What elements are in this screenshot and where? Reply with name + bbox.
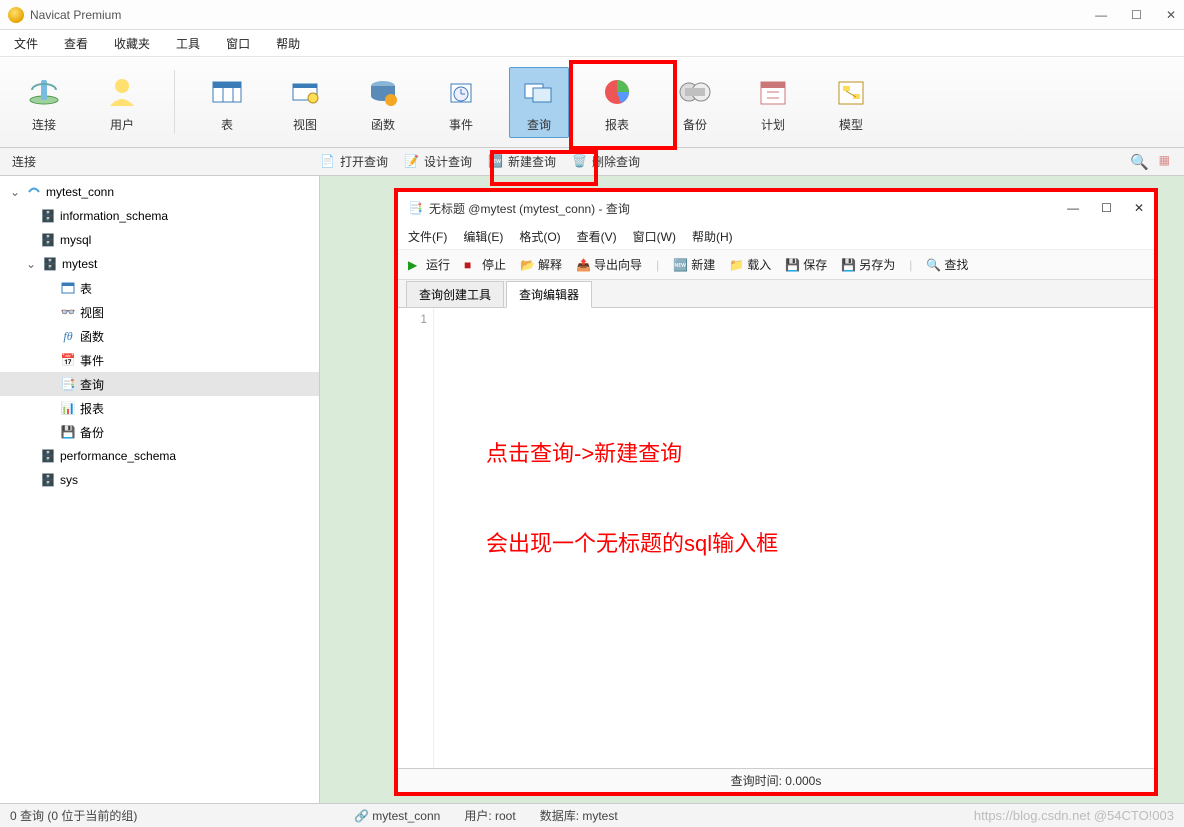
database-icon: 🗄️: [40, 448, 56, 464]
window-controls: — ☐ ✕: [1095, 8, 1176, 22]
tree-db-sys[interactable]: 🗄️sys: [0, 468, 319, 492]
action-new-query[interactable]: 🆕新建查询: [488, 153, 556, 170]
explain-button[interactable]: 📂解释: [520, 256, 562, 273]
new-button[interactable]: 🆕新建: [673, 256, 715, 273]
tool-table[interactable]: 表: [197, 68, 257, 137]
status-database: 数据库: mytest: [540, 807, 618, 824]
menu-window[interactable]: 窗口: [226, 35, 250, 52]
query-icon: 📑: [60, 376, 76, 392]
annotation-text-1: 点击查询->新建查询: [486, 436, 682, 468]
tool-view[interactable]: 视图: [275, 68, 335, 137]
menu-favorites[interactable]: 收藏夹: [114, 35, 150, 52]
context-label: 连接: [0, 153, 320, 170]
sub-menu-file[interactable]: 文件(F): [408, 228, 447, 245]
tree-db-information-schema[interactable]: 🗄️information_schema: [0, 204, 319, 228]
sub-menu-format[interactable]: 格式(O): [519, 228, 560, 245]
table-icon: [60, 280, 76, 296]
find-button[interactable]: 🔍查找: [926, 256, 968, 273]
database-icon: 🗄️: [40, 232, 56, 248]
tree-queries[interactable]: 📑查询: [0, 372, 319, 396]
subwindow-title: 无标题 @mytest (mytest_conn) - 查询: [429, 200, 1061, 217]
query-editor-window: 📑 无标题 @mytest (mytest_conn) - 查询 — ☐ ✕ 文…: [394, 188, 1158, 796]
sub-minimize-button[interactable]: —: [1067, 201, 1079, 215]
tree-db-mytest[interactable]: ⌄🗄️mytest: [0, 252, 319, 276]
context-toolbar: 连接 📄打开查询 📝设计查询 🆕新建查询 🗑️删除查询 🔍 ▦: [0, 148, 1184, 176]
stop-button[interactable]: ■停止: [464, 256, 506, 273]
action-design-query[interactable]: 📝设计查询: [404, 153, 472, 170]
title-bar: Navicat Premium — ☐ ✕: [0, 0, 1184, 30]
toolbar-separator: [174, 70, 175, 134]
action-delete-query[interactable]: 🗑️删除查询: [572, 153, 640, 170]
watermark: https://blog.csdn.net @54CTO!003: [974, 808, 1174, 823]
maximize-button[interactable]: ☐: [1131, 8, 1142, 22]
window-icon: 📑: [408, 201, 423, 215]
menu-bar: 文件 查看 收藏夹 工具 窗口 帮助: [0, 30, 1184, 56]
tool-connect[interactable]: 连接: [14, 68, 74, 137]
tool-query[interactable]: 查询: [509, 67, 569, 138]
sub-menu-window[interactable]: 窗口(W): [633, 228, 676, 245]
tree-db-performance-schema[interactable]: 🗄️performance_schema: [0, 444, 319, 468]
subwindow-statusbar: 查询时间: 0.000s: [398, 768, 1154, 792]
tab-query-editor[interactable]: 查询编辑器: [506, 281, 592, 308]
status-connection: 🔗 mytest_conn: [354, 809, 440, 823]
sub-menu-help[interactable]: 帮助(H): [692, 228, 733, 245]
tool-report[interactable]: 报表: [587, 68, 647, 137]
menu-view[interactable]: 查看: [64, 35, 88, 52]
sub-menu-edit[interactable]: 编辑(E): [463, 228, 503, 245]
event-icon: 📅: [60, 352, 76, 368]
status-query-count: 0 查询 (0 位于当前的组): [10, 807, 330, 824]
report-icon: 📊: [60, 400, 76, 416]
tab-query-builder[interactable]: 查询创建工具: [406, 281, 504, 308]
backup-icon: 💾: [60, 424, 76, 440]
sub-close-button[interactable]: ✕: [1134, 201, 1144, 215]
status-user: 用户: root: [464, 807, 515, 824]
sub-maximize-button[interactable]: ☐: [1101, 201, 1112, 215]
subwindow-titlebar[interactable]: 📑 无标题 @mytest (mytest_conn) - 查询 — ☐ ✕: [398, 192, 1154, 224]
export-button[interactable]: 📤导出向导: [576, 256, 642, 273]
tool-event[interactable]: 事件: [431, 68, 491, 137]
menu-help[interactable]: 帮助: [276, 35, 300, 52]
database-icon: 🗄️: [42, 256, 58, 272]
close-button[interactable]: ✕: [1166, 8, 1176, 22]
subwindow-tabs: 查询创建工具 查询编辑器: [398, 280, 1154, 308]
tool-plan[interactable]: 计划: [743, 68, 803, 137]
search-icon[interactable]: 🔍: [1130, 153, 1149, 171]
tree-reports[interactable]: 📊报表: [0, 396, 319, 420]
menu-file[interactable]: 文件: [14, 35, 38, 52]
save-button[interactable]: 💾保存: [785, 256, 827, 273]
query-time-label: 查询时间: 0.000s: [731, 772, 822, 789]
tool-model[interactable]: 模型: [821, 68, 881, 137]
tool-user[interactable]: 用户: [92, 68, 152, 137]
main-toolbar: 连接 用户 表 视图 函数 事件 查询 报表 备份 计划 模型: [0, 56, 1184, 148]
tree-db-mysql[interactable]: 🗄️mysql: [0, 228, 319, 252]
load-button[interactable]: 📁载入: [729, 256, 771, 273]
subwindow-toolbar: ▶运行 ■停止 📂解释 📤导出向导 | 🆕新建 📁载入 💾保存 💾另存为 | 🔍…: [398, 250, 1154, 280]
view-icon: 👓: [60, 304, 76, 320]
tree-connection[interactable]: ⌄mytest_conn: [0, 180, 319, 204]
tree-tables[interactable]: 表: [0, 276, 319, 300]
tree-events[interactable]: 📅事件: [0, 348, 319, 372]
subwindow-menu: 文件(F) 编辑(E) 格式(O) 查看(V) 窗口(W) 帮助(H): [398, 224, 1154, 250]
annotation-text-2: 会出现一个无标题的sql输入框: [486, 526, 778, 558]
tool-backup[interactable]: 备份: [665, 68, 725, 137]
connection-icon: [26, 184, 42, 200]
database-icon: 🗄️: [40, 472, 56, 488]
tool-function[interactable]: 函数: [353, 68, 413, 137]
tree-functions[interactable]: fθ函数: [0, 324, 319, 348]
line-gutter: 1: [398, 308, 434, 768]
menu-tools[interactable]: 工具: [176, 35, 200, 52]
window-title: Navicat Premium: [30, 8, 1095, 22]
function-icon: fθ: [60, 328, 76, 344]
database-icon: 🗄️: [40, 208, 56, 224]
connection-tree[interactable]: ⌄mytest_conn 🗄️information_schema 🗄️mysq…: [0, 176, 320, 803]
app-logo-icon: [8, 7, 24, 23]
minimize-button[interactable]: —: [1095, 8, 1107, 22]
tree-views[interactable]: 👓视图: [0, 300, 319, 324]
tree-backups[interactable]: 💾备份: [0, 420, 319, 444]
saveas-button[interactable]: 💾另存为: [841, 256, 895, 273]
grid-view-icon[interactable]: ▦: [1159, 153, 1170, 171]
sub-menu-view[interactable]: 查看(V): [577, 228, 617, 245]
action-open-query[interactable]: 📄打开查询: [320, 153, 388, 170]
run-button[interactable]: ▶运行: [408, 256, 450, 273]
